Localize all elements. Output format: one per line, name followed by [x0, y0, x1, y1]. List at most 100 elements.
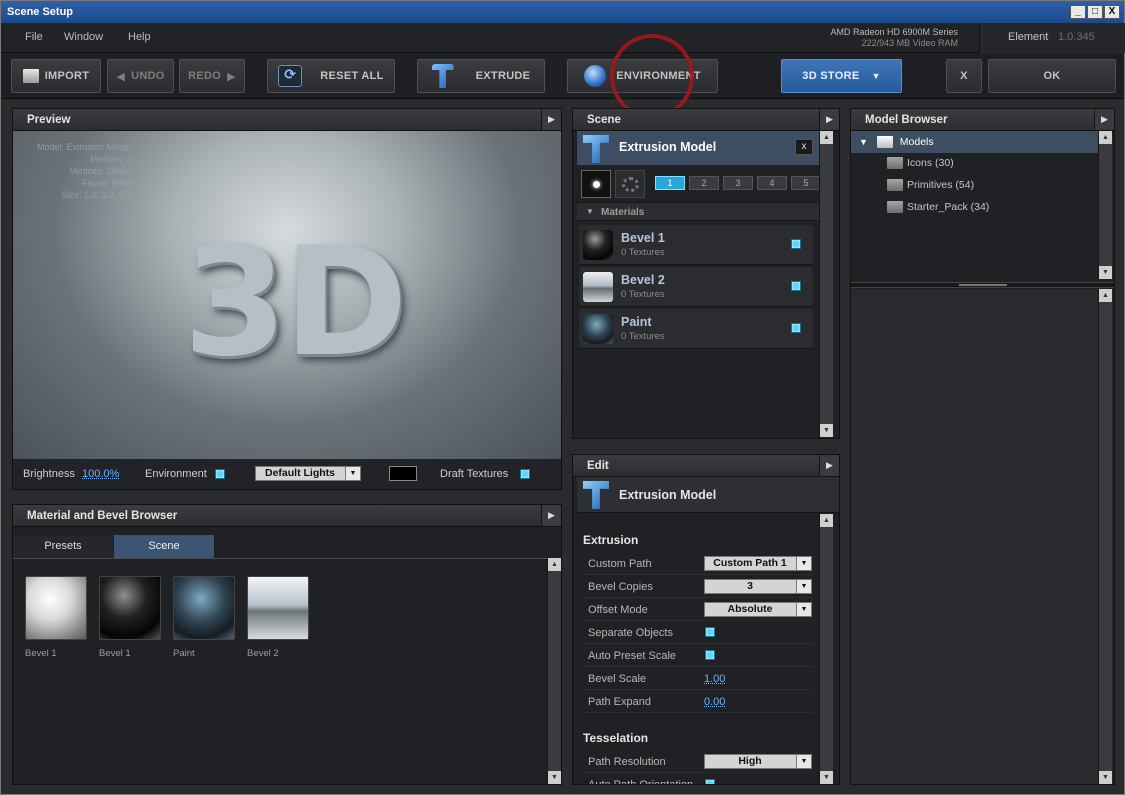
- preview-viewport[interactable]: Model: Extrusion Mode. Meshes: 2 Vertice…: [13, 131, 561, 459]
- material-name: Bevel 1: [621, 231, 665, 245]
- extrude-button[interactable]: EXTRUDE: [417, 59, 545, 93]
- property-label: Custom Path: [588, 558, 652, 570]
- scroll-down-icon[interactable]: ▼: [1099, 266, 1112, 279]
- scroll-up-icon[interactable]: ▲: [1099, 289, 1112, 302]
- model-browser-panel: Model Browser ▶ ▼ Models Icons (30) Prim…: [850, 108, 1115, 785]
- menu-window[interactable]: Window: [64, 31, 103, 43]
- menu-help[interactable]: Help: [128, 31, 151, 43]
- material-visible-checkbox[interactable]: [791, 281, 801, 291]
- edit-scrollbar[interactable]: ▲ ▼: [819, 514, 833, 784]
- material-item[interactable]: Paint: [173, 576, 235, 659]
- model-thumbnail-area: [851, 289, 1098, 784]
- preset-2-button[interactable]: 2: [689, 176, 719, 190]
- preset-3-button[interactable]: 3: [723, 176, 753, 190]
- scene-scrollbar[interactable]: ▲ ▼: [819, 131, 833, 437]
- scene-material-row[interactable]: Bevel 2 0 Textures: [579, 267, 813, 307]
- ok-button[interactable]: OK: [988, 59, 1116, 93]
- undo-button[interactable]: ◀ UNDO: [107, 59, 174, 93]
- remove-model-button[interactable]: x: [795, 139, 813, 155]
- close-window-button[interactable]: X: [1104, 5, 1120, 19]
- white-sphere-icon: [25, 576, 87, 640]
- folder-icon: [887, 201, 903, 214]
- redo-button[interactable]: REDO ▶: [179, 59, 245, 93]
- scene-expand-icon[interactable]: ▶: [819, 109, 839, 130]
- materials-label: Materials: [601, 207, 645, 218]
- preset-4-button[interactable]: 4: [757, 176, 787, 190]
- scroll-down-icon[interactable]: ▼: [820, 424, 833, 437]
- property-checkbox[interactable]: [705, 650, 715, 660]
- property-label: Offset Mode: [588, 604, 648, 616]
- light-icon: [593, 181, 600, 188]
- tree-root-models[interactable]: ▼ Models: [851, 131, 1098, 153]
- preset-5-button[interactable]: 5: [791, 176, 821, 190]
- tab-scene[interactable]: Scene: [114, 535, 214, 558]
- scene-model-row[interactable]: Extrusion Model x: [577, 131, 819, 165]
- scroll-up-icon[interactable]: ▲: [820, 514, 833, 527]
- scene-material-row[interactable]: Bevel 1 0 Textures: [579, 225, 813, 265]
- tree-folder[interactable]: Starter_Pack (34): [887, 201, 989, 214]
- scroll-down-icon[interactable]: ▼: [820, 771, 833, 784]
- 3d-store-label: 3D STORE: [802, 70, 860, 82]
- environment-toggle-label: Environment: [145, 468, 207, 480]
- property-dropdown[interactable]: Custom Path 1 ▼: [704, 556, 812, 571]
- import-button[interactable]: IMPORT: [11, 59, 101, 93]
- tree-folder[interactable]: Icons (30): [887, 157, 954, 170]
- property-dropdown[interactable]: High ▼: [704, 754, 812, 769]
- material-browser-scrollbar[interactable]: ▲ ▼: [547, 558, 561, 784]
- draft-textures-checkbox[interactable]: [520, 469, 530, 479]
- material-visible-checkbox[interactable]: [791, 239, 801, 249]
- maximize-button[interactable]: □: [1087, 5, 1103, 19]
- background-color-swatch[interactable]: [389, 466, 417, 481]
- scroll-up-icon[interactable]: ▲: [1099, 131, 1112, 144]
- scroll-up-icon[interactable]: ▲: [548, 558, 561, 571]
- property-number-value[interactable]: 0.00: [704, 696, 725, 708]
- scroll-up-icon[interactable]: ▲: [820, 131, 833, 144]
- environment-checkbox[interactable]: [215, 469, 225, 479]
- splitter-handle[interactable]: [851, 282, 1114, 288]
- minimize-button[interactable]: _: [1070, 5, 1086, 19]
- tree-folder[interactable]: Primitives (54): [887, 179, 974, 192]
- edit-property-row: Path Expand 0.00: [583, 690, 813, 713]
- property-number-value[interactable]: 1.00: [704, 673, 725, 685]
- model-list-scrollbar[interactable]: ▲ ▼: [1098, 289, 1112, 784]
- lights-mode-button[interactable]: [581, 170, 611, 198]
- scene-title: Scene: [587, 114, 621, 126]
- preview-expand-icon[interactable]: ▶: [541, 109, 561, 130]
- model-stats: Model: Extrusion Mode. Meshes: 2 Vertice…: [37, 141, 132, 201]
- materials-group-header[interactable]: ▼ Materials: [577, 202, 819, 221]
- preset-1-button[interactable]: 1: [655, 176, 685, 190]
- property-dropdown[interactable]: 3 ▼: [704, 579, 812, 594]
- lights-select[interactable]: Default Lights ▼: [255, 466, 361, 481]
- menu-file[interactable]: File: [25, 31, 43, 43]
- property-checkbox[interactable]: [705, 779, 715, 784]
- cancel-button[interactable]: X: [946, 59, 982, 93]
- app-info: Element 1.0.345: [979, 23, 1125, 53]
- material-name: Bevel 2: [621, 273, 665, 287]
- material-visible-checkbox[interactable]: [791, 323, 801, 333]
- material-browser-expand-icon[interactable]: ▶: [541, 505, 561, 526]
- model-browser-expand-icon[interactable]: ▶: [1094, 109, 1114, 130]
- scroll-down-icon[interactable]: ▼: [548, 771, 561, 784]
- 3d-store-button[interactable]: 3D STORE ▼: [781, 59, 902, 93]
- edit-property-row: Bevel Copies 3 ▼: [583, 575, 813, 598]
- brightness-value[interactable]: 100.0%: [82, 468, 119, 480]
- scroll-down-icon[interactable]: ▼: [1099, 771, 1112, 784]
- material-item[interactable]: Bevel 1: [25, 576, 87, 659]
- multi-lights-button[interactable]: [615, 170, 645, 198]
- edit-model-name: Extrusion Model: [619, 488, 717, 502]
- material-item[interactable]: Bevel 2: [247, 576, 309, 659]
- tab-presets[interactable]: Presets: [13, 535, 113, 558]
- material-item[interactable]: Bevel 1: [99, 576, 161, 659]
- reset-all-button[interactable]: ⟳ RESET ALL: [267, 59, 395, 93]
- property-checkbox[interactable]: [705, 627, 715, 637]
- chevron-down-icon: ▼: [796, 557, 811, 570]
- dropdown-value: Custom Path 1: [713, 557, 787, 569]
- scene-panel: Scene ▶ Extrusion Model x 1 2 3 4 5 ▼ Ma…: [572, 108, 840, 439]
- edit-expand-icon[interactable]: ▶: [819, 455, 839, 476]
- expand-triangle-icon: ▼: [859, 137, 868, 147]
- model-tree-scrollbar[interactable]: ▲ ▼: [1098, 131, 1112, 279]
- property-dropdown[interactable]: Absolute ▼: [704, 602, 812, 617]
- dropdown-value: 3: [747, 580, 753, 592]
- tree-root-label: Models: [899, 136, 934, 148]
- scene-material-row[interactable]: Paint 0 Textures: [579, 309, 813, 349]
